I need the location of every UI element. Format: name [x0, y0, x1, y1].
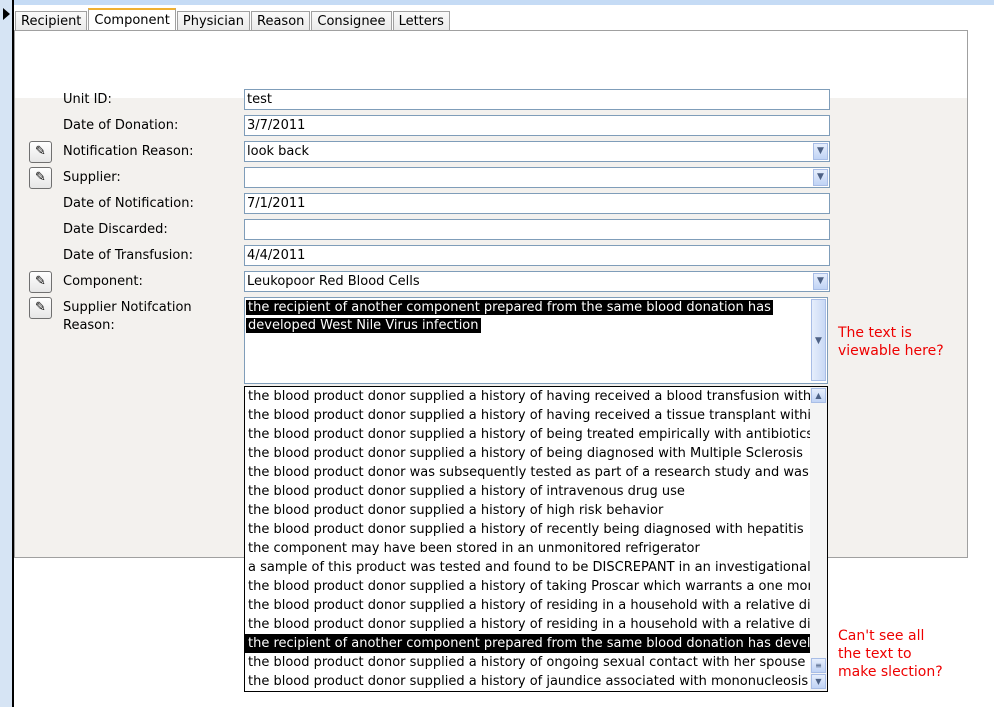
list-item[interactable]: the blood product donor supplied a histo… — [245, 596, 810, 615]
date-of-notification-label: Date of Notification: — [63, 196, 194, 211]
edit-supplier-button[interactable]: ✎ — [29, 167, 52, 189]
chevron-down-icon[interactable]: ▼ — [813, 169, 828, 186]
component-label: Component: — [63, 274, 143, 289]
list-item[interactable]: the blood product donor supplied a histo… — [245, 501, 810, 520]
supplier-notification-reason-label-1: Supplier Notifcation — [63, 300, 192, 315]
list-item[interactable]: the blood product donor supplied a histo… — [245, 444, 810, 463]
record-selector[interactable] — [0, 0, 14, 707]
tab-recipient[interactable]: Recipient — [15, 11, 88, 32]
note-2-line-1: Can't see all — [838, 628, 925, 644]
scroll-up-icon[interactable]: ▲ — [811, 388, 826, 403]
note-2-line-2: the text to — [838, 646, 912, 662]
tab-component[interactable]: Component — [88, 8, 176, 32]
date-discarded-field[interactable] — [244, 219, 830, 240]
chevron-down-icon[interactable]: ▼ — [811, 299, 826, 381]
list-item[interactable]: the blood product donor supplied a histo… — [245, 425, 810, 444]
date-of-transfusion-field[interactable]: 4/4/2011 — [244, 245, 830, 266]
list-scrollbar[interactable]: ▲ ≡ ▼ — [810, 387, 827, 691]
top-bar — [0, 0, 994, 5]
tab-strip: Recipient Component Physician Reason Con… — [15, 8, 451, 32]
current-record-arrow-icon — [3, 8, 10, 20]
list-item[interactable]: the blood product donor supplied a histo… — [245, 653, 810, 672]
tab-physician[interactable]: Physician — [176, 11, 251, 32]
date-of-transfusion-label: Date of Transfusion: — [63, 248, 193, 263]
note-1-line-2: viewable here? — [838, 343, 944, 359]
list-item[interactable]: the recipient of another component prepa… — [245, 634, 810, 653]
list-item[interactable]: the blood product donor supplied a histo… — [245, 615, 810, 634]
list-item[interactable]: the blood product donor supplied a histo… — [245, 482, 810, 501]
edit-notification-reason-button[interactable]: ✎ — [29, 141, 52, 163]
scroll-thumb[interactable]: ≡ — [811, 658, 826, 673]
note-1-line-1: The text is — [838, 325, 912, 341]
component-combo[interactable]: Leukopoor Red Blood Cells ▼ — [244, 271, 830, 292]
supplier-label: Supplier: — [63, 170, 121, 185]
tab-consignee[interactable]: Consignee — [311, 11, 392, 32]
edit-component-button[interactable]: ✎ — [29, 271, 52, 293]
list-item[interactable]: the blood product donor supplied a histo… — [245, 672, 810, 691]
chevron-down-icon[interactable]: ▼ — [813, 143, 828, 160]
notification-reason-combo[interactable]: look back ▼ — [244, 141, 830, 162]
tab-reason[interactable]: Reason — [251, 11, 311, 32]
supplier-notification-reason-combo[interactable]: the recipient of another component prepa… — [244, 297, 828, 384]
date-discarded-label: Date Discarded: — [63, 222, 168, 237]
list-item[interactable]: the blood product donor supplied a histo… — [245, 387, 810, 406]
list-item[interactable]: the component may have been stored in an… — [245, 539, 810, 558]
list-item[interactable]: a sample of this product was tested and … — [245, 558, 810, 577]
date-of-donation-field[interactable]: 3/7/2011 — [244, 115, 830, 136]
scroll-down-icon[interactable]: ▼ — [811, 674, 826, 689]
list-item[interactable]: the blood product donor supplied a histo… — [245, 406, 810, 425]
annotation-note-2: Can't see all the text to make slection? — [838, 627, 943, 681]
pencil-icon: ✎ — [35, 274, 46, 289]
date-of-donation-label: Date of Donation: — [63, 118, 179, 133]
list-item[interactable]: the blood product donor was subsequently… — [245, 463, 810, 482]
supplier-notification-reason-label-2: Reason: — [63, 318, 115, 333]
chevron-down-icon[interactable]: ▼ — [813, 273, 828, 290]
annotation-note-1: The text is viewable here? — [838, 324, 944, 360]
notification-reason-label: Notification Reason: — [63, 144, 194, 159]
unit-id-field[interactable]: test — [244, 89, 830, 110]
tab-letters[interactable]: Letters — [392, 11, 450, 32]
list-item[interactable]: the blood product donor supplied a histo… — [245, 577, 810, 596]
date-of-notification-field[interactable]: 7/1/2011 — [244, 193, 830, 214]
dropdown-list[interactable]: the blood product donor supplied a histo… — [244, 386, 828, 692]
selected-text-line-2: developed West Nile Virus infection — [246, 318, 481, 333]
note-2-line-3: make slection? — [838, 664, 943, 680]
pencil-icon: ✎ — [35, 170, 46, 185]
notification-reason-value: look back — [247, 144, 310, 159]
edit-supplier-notification-reason-button[interactable]: ✎ — [29, 297, 52, 319]
supplier-combo[interactable]: ▼ — [244, 167, 830, 188]
component-value: Leukopoor Red Blood Cells — [247, 274, 420, 289]
unit-id-label: Unit ID: — [63, 92, 112, 107]
pencil-icon: ✎ — [35, 300, 46, 315]
list-item[interactable]: the blood product donor supplied a histo… — [245, 520, 810, 539]
pencil-icon: ✎ — [35, 144, 46, 159]
selected-text-line-1: the recipient of another component prepa… — [246, 300, 773, 315]
